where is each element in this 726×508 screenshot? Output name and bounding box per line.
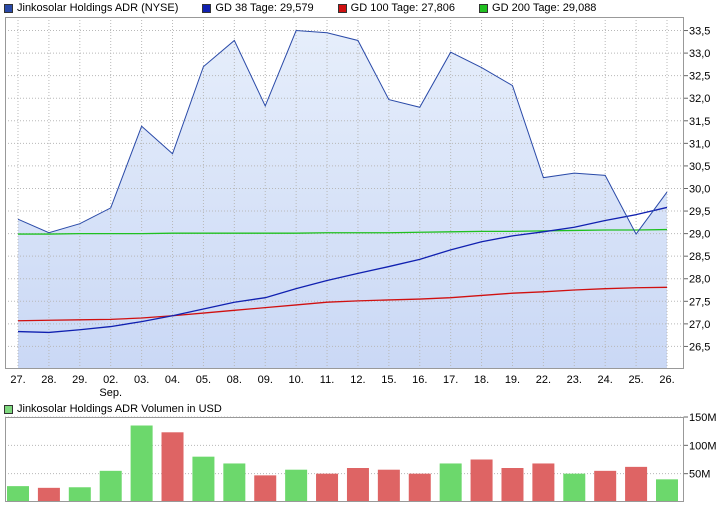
stock-chart: 26,5 27,0 27,5 28,0 28,5 29,0 29,5 30,0 30,5 31,0…	[5, 17, 717, 502]
x-tick-label: 23.	[567, 374, 582, 386]
x-tick-label: 02.	[103, 374, 118, 386]
volume-bar	[99, 470, 122, 502]
y-tick-label: 28,5	[689, 251, 710, 263]
y-tick-label: 27,0	[689, 319, 710, 331]
volume-bar	[470, 459, 493, 502]
price-panel: 26,5 27,0 27,5 28,0 28,5 29,0 29,5 30,0 30,5 31,0…	[5, 17, 710, 399]
y-tick-label: 30,5	[689, 161, 710, 173]
x-tick-label: 12.	[350, 374, 365, 386]
volume-y-tick-label: 100M	[689, 440, 717, 452]
volume-bar	[192, 456, 215, 502]
x-tick-label: 10.	[288, 374, 303, 386]
volume-bar	[377, 469, 400, 502]
x-tick-label: 09.	[258, 374, 273, 386]
y-tick-label: 32,5	[689, 71, 710, 83]
volume-bar	[223, 463, 246, 502]
y-tick-label: 32,0	[689, 93, 710, 105]
x-tick-label: 17.	[443, 374, 458, 386]
volume-bar	[501, 468, 524, 502]
x-tick-label: 05.	[196, 374, 211, 386]
volume-bar	[594, 470, 617, 502]
volume-bar	[37, 487, 60, 502]
volume-bar	[130, 425, 153, 502]
y-tick-label: 33,0	[689, 48, 710, 60]
x-tick-label: 28.	[41, 374, 56, 386]
volume-bar	[439, 463, 462, 502]
x-tick-label: 18.	[474, 374, 489, 386]
x-tick-label: 19.	[505, 374, 520, 386]
volume-bar	[316, 473, 339, 502]
volume-bar	[656, 479, 678, 502]
volume-bar	[68, 487, 91, 502]
x-tick-label: 27.	[10, 374, 25, 386]
x-tick-label: 08.	[227, 374, 242, 386]
volume-bar	[285, 469, 308, 502]
volume-bar	[408, 473, 431, 502]
volume-bar	[563, 473, 586, 502]
y-tick-label: 28,0	[689, 274, 710, 286]
volume-panel: 50M 100M 150M	[5, 412, 717, 502]
y-tick-label: 31,5	[689, 116, 710, 128]
x-tick-label: 16.	[412, 374, 427, 386]
y-tick-label: 27,5	[689, 296, 710, 308]
x-tick-label: 25.	[628, 374, 643, 386]
volume-y-tick-label: 150M	[689, 412, 717, 424]
volume-bar	[254, 475, 277, 502]
volume-bar	[161, 432, 184, 502]
y-tick-label: 30,0	[689, 183, 710, 195]
volume-bar	[532, 463, 555, 502]
x-tick-label: 04.	[165, 374, 180, 386]
y-tick-label: 29,0	[689, 229, 710, 241]
y-tick-label: 29,5	[689, 206, 710, 218]
x-tick-label: 22.	[536, 374, 551, 386]
x-month-label: Sep.	[99, 387, 122, 399]
volume-y-tick-label: 50M	[689, 469, 710, 481]
x-tick-label: 26.	[659, 374, 674, 386]
y-tick-label: 31,0	[689, 138, 710, 150]
x-tick-label: 24.	[598, 374, 613, 386]
y-tick-label: 33,5	[689, 26, 710, 38]
volume-bar	[7, 486, 29, 502]
y-tick-label: 26,5	[689, 341, 710, 353]
x-tick-label: 03.	[134, 374, 149, 386]
x-tick-label: 15.	[381, 374, 396, 386]
x-tick-label: 11.	[320, 374, 334, 386]
volume-bar	[346, 468, 369, 502]
volume-bar	[625, 466, 648, 502]
x-tick-label: 29.	[72, 374, 87, 386]
